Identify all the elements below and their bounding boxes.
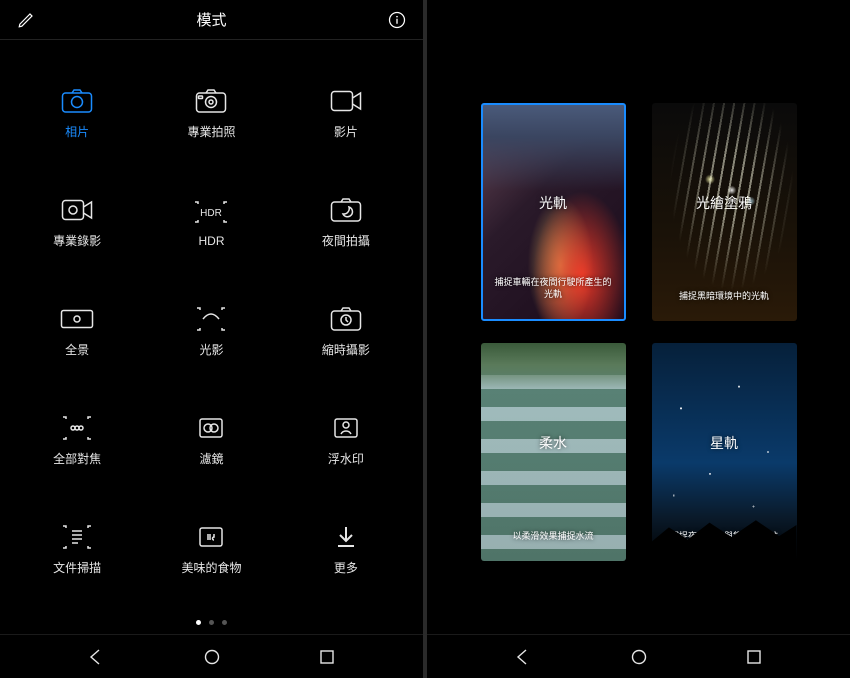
mode-filter[interactable]: 濾鏡: [144, 386, 278, 495]
camera-modes-screen: 模式 相片 專業拍照 影片 專: [0, 0, 423, 678]
video-pro-icon: [60, 197, 94, 223]
watermark-icon: [329, 415, 363, 441]
edit-icon[interactable]: [14, 8, 38, 32]
mode-doc-scan[interactable]: 文件掃描: [10, 495, 144, 604]
nav-recent[interactable]: [734, 637, 774, 677]
card-light-graffiti[interactable]: 光繪塗鴉 捕捉黑暗環境中的光軌: [652, 103, 797, 321]
card-traffic-trails[interactable]: 光軌 捕捉車輛在夜間行駛所產生的光軌: [481, 103, 626, 321]
mode-label: 相片: [65, 123, 89, 140]
card-title: 光繪塗鴉: [696, 193, 752, 213]
card-desc: 捕捉夜空群星與銀河的軌跡: [660, 530, 789, 543]
card-title: 柔水: [539, 433, 567, 453]
android-navbar: [0, 634, 423, 678]
page-dot: [209, 620, 214, 625]
mode-label: 更多: [334, 559, 358, 576]
card-desc: 捕捉黑暗環境中的光軌: [660, 290, 789, 303]
mode-photo[interactable]: 相片: [10, 60, 144, 169]
mode-label: 文件掃描: [53, 559, 101, 576]
svg-text:HDR: HDR: [201, 208, 223, 219]
mode-label: 專業錄影: [53, 232, 101, 249]
mode-label: 美味的食物: [181, 559, 241, 576]
mode-panorama[interactable]: 全景: [10, 278, 144, 387]
mode-label: 專業拍照: [187, 123, 235, 140]
card-desc: 捕捉車輛在夜間行駛所產生的光軌: [491, 276, 616, 301]
mode-label: 夜間拍攝: [322, 232, 370, 249]
mode-food[interactable]: 美味的食物: [144, 495, 278, 604]
video-icon: [329, 88, 363, 114]
mode-label: 全部對焦: [53, 450, 101, 467]
camera-icon: [60, 88, 94, 114]
hdr-icon: HDR: [194, 199, 228, 225]
card-star-trails[interactable]: 星軌 捕捉夜空群星與銀河的軌跡: [652, 343, 797, 561]
card-title: 星軌: [710, 433, 738, 453]
header-title: 模式: [196, 9, 226, 30]
filter-icon: [194, 415, 228, 441]
mode-pro-video[interactable]: 專業錄影: [10, 169, 144, 278]
mode-label: 光影: [199, 341, 223, 358]
card-title: 光軌: [539, 193, 567, 213]
info-icon[interactable]: [385, 8, 409, 32]
mode-label: HDR: [198, 234, 224, 248]
panorama-icon: [60, 306, 94, 332]
camera-pro-icon: [194, 88, 228, 114]
nav-back[interactable]: [503, 637, 543, 677]
timelapse-icon: [329, 306, 363, 332]
mode-label: 濾鏡: [199, 450, 223, 467]
mode-night[interactable]: 夜間拍攝: [279, 169, 413, 278]
page-indicator: [0, 610, 423, 634]
nav-home[interactable]: [192, 637, 232, 677]
effect-card-grid: 光軌 捕捉車輛在夜間行駛所產生的光軌 光繪塗鴉 捕捉黑暗環境中的光軌 柔水 以柔…: [427, 0, 850, 634]
page-dot: [196, 620, 201, 625]
mode-all-focus[interactable]: 全部對焦: [10, 386, 144, 495]
mode-light-effect[interactable]: 光影: [144, 278, 278, 387]
mode-video[interactable]: 影片: [279, 60, 413, 169]
mode-watermark[interactable]: 浮水印: [279, 386, 413, 495]
nav-back[interactable]: [76, 637, 116, 677]
all-focus-icon: [60, 415, 94, 441]
mode-more[interactable]: 更多: [279, 495, 413, 604]
nav-recent[interactable]: [307, 637, 347, 677]
header-bar: 模式: [0, 0, 423, 40]
page-dot: [222, 620, 227, 625]
card-desc: 以柔滑效果捕捉水流: [489, 530, 618, 543]
mode-timelapse[interactable]: 縮時攝影: [279, 278, 413, 387]
nav-home[interactable]: [619, 637, 659, 677]
mode-label: 縮時攝影: [322, 341, 370, 358]
mode-grid: 相片 專業拍照 影片 專業錄影 HDR HDR: [0, 40, 423, 610]
mode-label: 影片: [334, 123, 358, 140]
mode-hdr[interactable]: HDR HDR: [144, 169, 278, 278]
night-icon: [329, 197, 363, 223]
download-icon: [329, 524, 363, 550]
android-navbar: [427, 634, 850, 678]
mode-label: 全景: [65, 341, 89, 358]
mode-pro-photo[interactable]: 專業拍照: [144, 60, 278, 169]
card-silky-water[interactable]: 柔水 以柔滑效果捕捉水流: [481, 343, 626, 561]
doc-scan-icon: [60, 524, 94, 550]
light-painting-screen: 光軌 捕捉車輛在夜間行駛所產生的光軌 光繪塗鴉 捕捉黑暗環境中的光軌 柔水 以柔…: [427, 0, 850, 678]
mode-label: 浮水印: [328, 450, 364, 467]
light-effect-icon: [194, 306, 228, 332]
food-icon: [194, 524, 228, 550]
